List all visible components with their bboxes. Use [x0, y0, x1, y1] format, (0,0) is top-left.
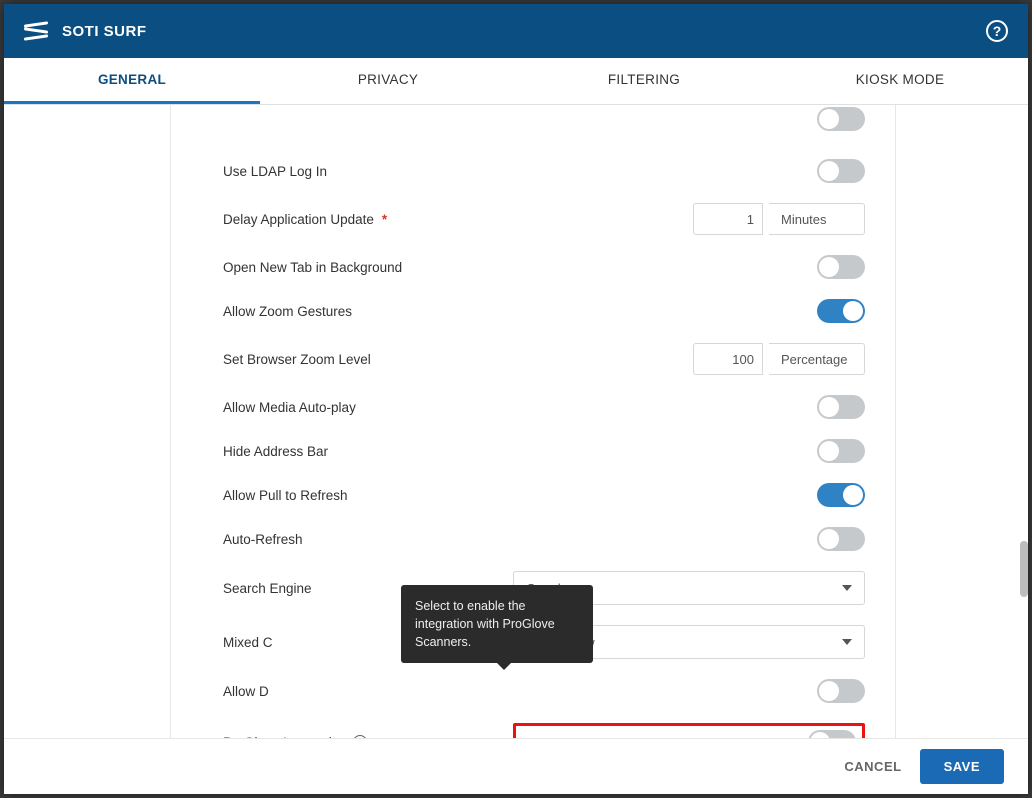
save-button[interactable]: SAVE	[920, 749, 1004, 784]
label-delay-update: Delay Application Update	[223, 212, 374, 227]
toggle-proglove[interactable]	[808, 730, 856, 738]
toggle-allow-d[interactable]	[817, 679, 865, 703]
label-ldap: Use LDAP Log In	[223, 164, 513, 179]
label-auto-refresh: Auto-Refresh	[223, 532, 513, 547]
help-icon[interactable]: ?	[986, 20, 1008, 42]
label-zoom-level: Set Browser Zoom Level	[223, 352, 513, 367]
unit-delay: Minutes	[769, 203, 865, 235]
toggle-cutoff-top[interactable]	[817, 107, 865, 131]
chevron-down-icon	[842, 639, 852, 645]
dialog-header: SOTI SURF ?	[4, 4, 1028, 58]
settings-panel: Use LDAP Log In Delay Application Update…	[170, 105, 896, 738]
toggle-auto-refresh[interactable]	[817, 527, 865, 551]
dialog-title: SOTI SURF	[62, 23, 147, 40]
highlight-box	[513, 723, 865, 738]
input-zoom-level[interactable]	[693, 343, 763, 375]
scrollbar-thumb[interactable]	[1020, 541, 1028, 597]
label-new-tab-bg: Open New Tab in Background	[223, 260, 513, 275]
toggle-pull-to-refresh[interactable]	[817, 483, 865, 507]
cancel-button[interactable]: CANCEL	[844, 759, 901, 774]
surf-logo-icon	[24, 21, 48, 41]
toggle-hide-address-bar[interactable]	[817, 439, 865, 463]
label-proglove: ProGlove Integration	[223, 735, 347, 739]
tab-kiosk-mode[interactable]: KIOSK MODE	[772, 58, 1028, 104]
toggle-new-tab-bg[interactable]	[817, 255, 865, 279]
dialog-footer: CANCEL SAVE	[4, 738, 1028, 794]
tab-filtering[interactable]: FILTERING	[516, 58, 772, 104]
required-indicator: *	[382, 212, 387, 227]
label-allow-d-truncated: Allow D	[223, 684, 293, 699]
unit-zoom-level: Percentage	[769, 343, 865, 375]
label-media-autoplay: Allow Media Auto-play	[223, 400, 513, 415]
label-pull-to-refresh: Allow Pull to Refresh	[223, 488, 513, 503]
label-zoom-gestures: Allow Zoom Gestures	[223, 304, 513, 319]
label-hide-address-bar: Hide Address Bar	[223, 444, 513, 459]
chevron-down-icon	[842, 585, 852, 591]
soti-surf-dialog: SOTI SURF ? GENERAL PRIVACY FILTERING KI…	[4, 4, 1028, 794]
toggle-zoom-gestures[interactable]	[817, 299, 865, 323]
info-icon[interactable]: i	[353, 735, 367, 738]
tab-bar: GENERAL PRIVACY FILTERING KIOSK MODE	[4, 58, 1028, 105]
tab-privacy[interactable]: PRIVACY	[260, 58, 516, 104]
tooltip-proglove: Select to enable the integration with Pr…	[401, 585, 593, 663]
toggle-media-autoplay[interactable]	[817, 395, 865, 419]
tab-general[interactable]: GENERAL	[4, 58, 260, 104]
input-delay-value[interactable]	[693, 203, 763, 235]
toggle-ldap[interactable]	[817, 159, 865, 183]
